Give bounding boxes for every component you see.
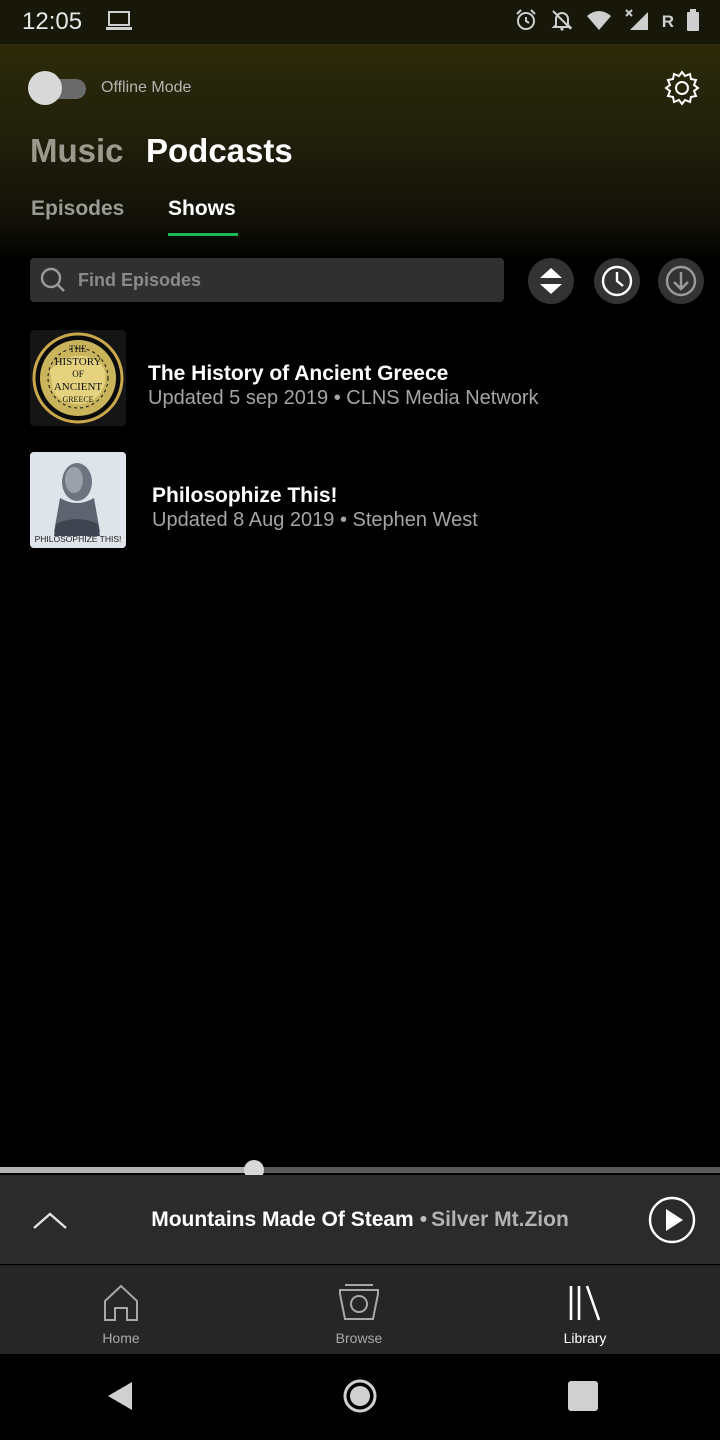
- home-circle-icon: [343, 1379, 377, 1413]
- system-recents-button[interactable]: [561, 1374, 605, 1418]
- search-icon: [40, 267, 66, 293]
- recents-square-icon: [568, 1381, 598, 1411]
- nav-label-browse: Browse: [335, 1330, 383, 1346]
- show-title: Philosophize This!: [152, 484, 338, 507]
- toggle-knob: [28, 71, 62, 105]
- now-playing-artist: Silver Mt.Zion: [431, 1208, 569, 1231]
- cover-text: PHILOSOPHIZE THIS!: [35, 534, 122, 544]
- tab-music[interactable]: Music: [30, 132, 124, 170]
- nav-label-library: Library: [563, 1330, 607, 1346]
- status-bar: 12:05 R: [0, 0, 720, 44]
- cover-text: GREECE: [62, 395, 93, 404]
- gear-icon: [662, 70, 702, 112]
- show-cover-philosophize-this: PHILOSOPHIZE THIS!: [30, 452, 126, 548]
- playback-progress-bar[interactable]: [0, 1160, 720, 1180]
- now-playing-title: Mountains Made Of Steam: [151, 1208, 414, 1231]
- battery-icon: [686, 8, 700, 37]
- active-tab-indicator: [168, 233, 238, 236]
- sort-button[interactable]: [528, 258, 574, 304]
- back-triangle-icon: [108, 1382, 132, 1410]
- nav-item-home[interactable]: Home: [51, 1266, 191, 1355]
- wifi-icon: [586, 9, 612, 36]
- chevron-up-icon: [28, 1212, 72, 1247]
- download-filter-button[interactable]: [658, 258, 704, 304]
- show-title: The History of Ancient Greece: [148, 362, 449, 385]
- tab-podcasts[interactable]: Podcasts: [146, 132, 293, 170]
- browse-icon: [339, 1284, 379, 1320]
- bottom-navigation: Home Browse Library: [0, 1265, 720, 1354]
- nav-item-library[interactable]: Library: [515, 1266, 655, 1355]
- cell-signal-icon: [624, 8, 650, 37]
- notifications-off-icon: [550, 8, 574, 37]
- library-icon: [569, 1285, 601, 1321]
- show-meta: Updated 8 Aug 2019 • Stephen West: [152, 509, 478, 531]
- cover-text: ANCIENT: [54, 381, 103, 393]
- offline-mode-label: Offline Mode: [101, 79, 192, 96]
- recent-button[interactable]: [594, 258, 640, 304]
- show-cover-ancient-greece: THE HISTORY OF ANCIENT GREECE: [30, 330, 126, 426]
- show-row[interactable]: PHILOSOPHIZE THIS! Philosophize This! Up…: [0, 448, 720, 552]
- show-meta: Updated 5 sep 2019 • CLNS Media Network: [148, 387, 539, 409]
- search-box[interactable]: [30, 258, 504, 302]
- status-time: 12:05: [22, 8, 83, 35]
- system-back-button[interactable]: [98, 1374, 142, 1418]
- now-playing-bar[interactable]: Mountains Made Of Steam • Silver Mt.Zion: [0, 1175, 720, 1264]
- show-row[interactable]: THE HISTORY OF ANCIENT GREECE The Histor…: [0, 326, 720, 430]
- settings-button[interactable]: [662, 68, 702, 108]
- alarm-icon: [514, 8, 538, 37]
- cover-text: HISTORY: [55, 356, 102, 368]
- system-navigation-bar: [0, 1354, 720, 1440]
- cover-text: THE: [69, 344, 87, 354]
- progress-fill: [0, 1167, 255, 1173]
- nav-label-home: Home: [102, 1330, 140, 1346]
- cover-text: OF: [72, 369, 84, 379]
- search-input[interactable]: [78, 258, 498, 302]
- now-playing-separator: •: [419, 1208, 428, 1231]
- system-home-button[interactable]: [338, 1374, 382, 1418]
- tab-shows[interactable]: Shows: [168, 197, 236, 221]
- tab-episodes[interactable]: Episodes: [31, 197, 124, 221]
- play-button[interactable]: [648, 1196, 696, 1244]
- offline-mode-toggle[interactable]: [28, 71, 86, 105]
- play-icon: [648, 1196, 696, 1248]
- laptop-icon: [106, 10, 132, 37]
- home-icon: [104, 1284, 138, 1321]
- now-playing-text: Mountains Made Of Steam • Silver Mt.Zion: [0, 1208, 720, 1232]
- nav-item-browse[interactable]: Browse: [289, 1266, 429, 1355]
- status-icons: R: [514, 8, 700, 36]
- roaming-indicator: R: [661, 12, 674, 31]
